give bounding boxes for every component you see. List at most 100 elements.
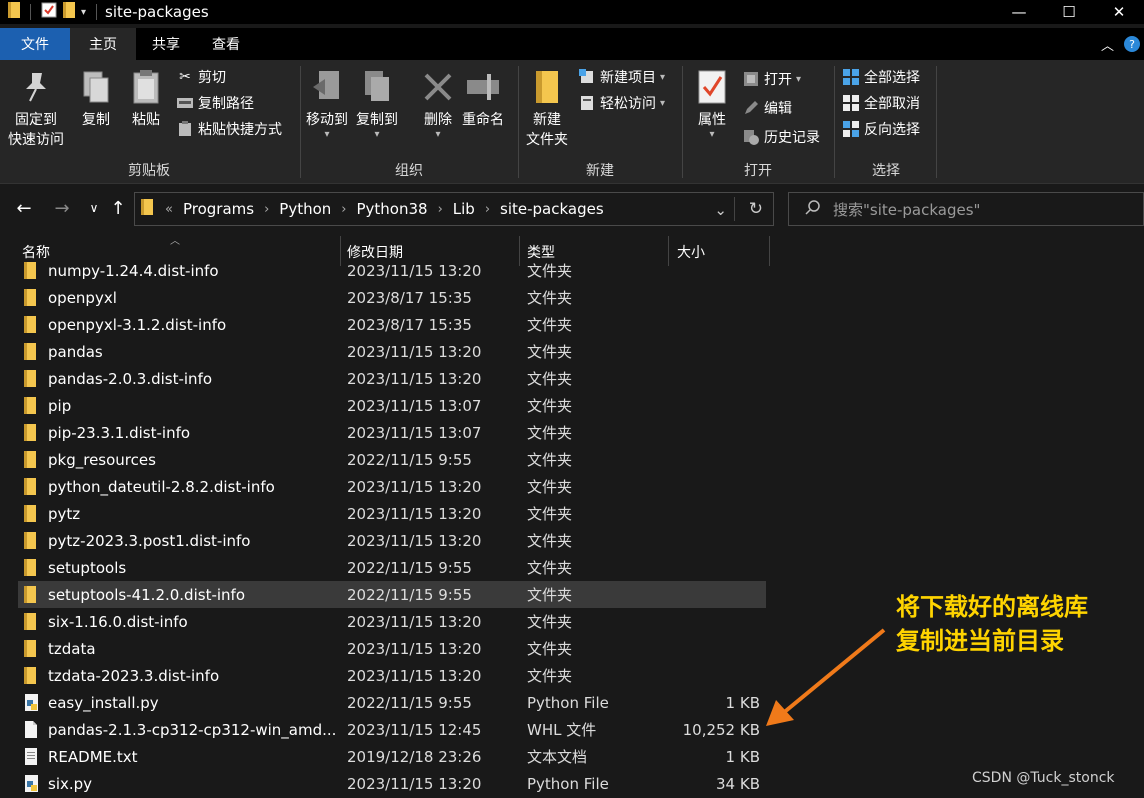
file-type: 文件夹 [527, 667, 573, 685]
new-item-button[interactable]: 新建项目 ▾ [578, 66, 665, 88]
new-group-label: 新建 [586, 163, 614, 179]
back-arrow-icon[interactable]: ← [12, 196, 36, 220]
file-date: 2023/11/15 13:20 [347, 639, 482, 658]
maximize-button[interactable]: ☐ [1044, 0, 1094, 24]
folder-icon [24, 640, 40, 657]
tab-home[interactable]: 主页 [70, 28, 136, 60]
file-row[interactable]: openpyxl-3.1.2.dist-info 2023/8/17 15:35 文… [18, 311, 766, 338]
chevron-right-icon[interactable]: › [337, 202, 350, 217]
refresh-icon[interactable]: ↻ [749, 199, 763, 219]
ribbon-tabs: 文件 主页 共享 查看 ︿ ? [0, 28, 1144, 60]
file-row[interactable]: tzdata 2023/11/15 13:20 文件夹 [18, 635, 766, 662]
breadcrumb-lib[interactable]: Lib [447, 200, 481, 218]
file-name: setuptools-41.2.0.dist-info [48, 585, 245, 604]
file-row[interactable]: python_dateutil-2.8.2.dist-info 2023/11/1… [18, 473, 766, 500]
forward-arrow-icon[interactable]: → [50, 196, 74, 220]
select-all-button[interactable]: 全部选择 [842, 66, 920, 88]
rename-button[interactable]: 重命名 [462, 66, 504, 130]
file-size: 1 KB [725, 747, 760, 766]
file-name: numpy-1.24.4.dist-info [48, 261, 219, 280]
file-row[interactable]: tzdata-2023.3.dist-info 2023/11/15 13:20 文… [18, 662, 766, 689]
file-row[interactable]: openpyxl 2023/8/17 15:35 文件夹 [18, 284, 766, 311]
properties-button[interactable]: 属性 ▾ [692, 66, 732, 140]
cut-button[interactable]: ✂ 剪切 [176, 66, 226, 88]
breadcrumb-site-packages[interactable]: site-packages [494, 200, 610, 218]
customize-qa-dropdown-icon[interactable]: ▾ [81, 7, 86, 18]
file-type: 文件夹 [527, 478, 573, 496]
select-all-label: 全部选择 [864, 70, 920, 86]
file-row[interactable]: README.txt 2019/12/18 23:26 文本文档 1 KB [18, 743, 766, 770]
file-row[interactable]: easy_install.py 2022/11/15 9:55 Python Fil… [18, 689, 766, 716]
tab-view[interactable]: 查看 [196, 28, 256, 60]
copy-to-label: 复制到 [356, 112, 398, 128]
file-type: WHL 文件 [527, 721, 597, 739]
tab-share[interactable]: 共享 [136, 28, 196, 60]
pin-quick-access-button[interactable]: 固定到 快速访问 [8, 66, 64, 150]
breadcrumb-python38[interactable]: Python38 [350, 200, 433, 218]
file-row[interactable]: pip-23.3.1.dist-info 2023/11/15 13:07 文件夹 [18, 419, 766, 446]
pin-label-2: 快速访问 [8, 132, 64, 148]
breadcrumb-python[interactable]: Python [273, 200, 337, 218]
folder-icon [24, 289, 40, 306]
organize-group-label: 组织 [395, 163, 423, 179]
new-item-label: 新建项目 [600, 70, 656, 86]
file-row-selected[interactable]: setuptools-41.2.0.dist-info 2022/11/15 9:… [18, 581, 766, 608]
delete-button[interactable]: 删除 ▾ [418, 66, 458, 140]
file-row[interactable]: pandas 2023/11/15 13:20 文件夹 [18, 338, 766, 365]
copy-path-button[interactable]: 复制路径 [176, 92, 254, 114]
rename-label: 重命名 [462, 112, 504, 128]
select-none-label: 全部取消 [864, 96, 920, 112]
address-dropdown-icon[interactable]: ⌄ [714, 201, 727, 219]
collapse-ribbon-icon[interactable]: ︿ [1101, 35, 1114, 54]
file-date: 2023/11/15 13:20 [347, 666, 482, 685]
file-row[interactable]: pandas-2.0.3.dist-info 2023/11/15 13:20 文件… [18, 365, 766, 392]
select-none-button[interactable]: 全部取消 [842, 92, 920, 114]
easy-access-button[interactable]: 轻松访问 ▾ [578, 92, 665, 114]
tab-file[interactable]: 文件 [0, 28, 70, 60]
chevron-right-icon[interactable]: › [260, 202, 273, 217]
search-box[interactable]: 搜索"site-packages" [788, 192, 1144, 226]
move-to-button[interactable]: 移动到 ▾ [306, 66, 348, 140]
copy-to-button[interactable]: 复制到 ▾ [356, 66, 398, 140]
edit-button[interactable]: 编辑 [742, 97, 792, 119]
folder-icon [24, 397, 40, 414]
file-row[interactable]: six-1.16.0.dist-info 2023/11/15 13:20 文件夹 [18, 608, 766, 635]
recent-locations-chevron-icon[interactable]: ∨ [82, 196, 106, 220]
new-folder-button[interactable]: 新建 文件夹 [526, 66, 568, 150]
up-arrow-icon[interactable]: ↑ [106, 196, 130, 220]
breadcrumb-programs[interactable]: Programs [177, 200, 260, 218]
invert-selection-button[interactable]: 反向选择 [842, 118, 920, 140]
copy-path-icon [176, 94, 194, 112]
paste-button[interactable]: 粘贴 [126, 66, 166, 130]
overflow-crumb-icon[interactable]: « [161, 202, 177, 217]
file-date: 2019/12/18 23:26 [347, 747, 482, 766]
file-row[interactable]: numpy-1.24.4.dist-info 2023/11/15 13:20 文件… [18, 258, 766, 284]
move-to-label: 移动到 [306, 112, 348, 128]
file-date: 2023/11/15 13:07 [347, 423, 482, 442]
file-row[interactable]: setuptools 2022/11/15 9:55 文件夹 [18, 554, 766, 581]
close-button[interactable]: ✕ [1094, 0, 1144, 24]
open-button[interactable]: 打开 ▾ [742, 68, 801, 90]
file-row[interactable]: pip 2023/11/15 13:07 文件夹 [18, 392, 766, 419]
chevron-right-icon[interactable]: › [434, 202, 447, 217]
history-button[interactable]: 历史记录 [742, 126, 820, 148]
chevron-right-icon[interactable]: › [481, 202, 494, 217]
copy-button[interactable]: 复制 [76, 66, 116, 130]
file-row[interactable]: pandas-2.1.3-cp312-cp312-win_amd... 2023/… [18, 716, 766, 743]
file-row[interactable]: six.py 2023/11/15 13:20 Python File 34 KB [18, 770, 766, 797]
file-row[interactable]: pytz-2023.3.post1.dist-info 2023/11/15 13… [18, 527, 766, 554]
help-icon[interactable]: ? [1124, 36, 1140, 52]
minimize-button[interactable]: — [994, 0, 1044, 24]
file-type: 文件夹 [527, 505, 573, 523]
file-date: 2023/11/15 13:20 [347, 612, 482, 631]
properties-qa-icon[interactable] [41, 2, 57, 22]
file-type: 文件夹 [527, 613, 573, 631]
group-divider [300, 66, 301, 178]
new-folder-qa-icon[interactable] [63, 2, 75, 22]
paste-shortcut-button[interactable]: 粘贴快捷方式 [176, 118, 282, 140]
file-size: 34 KB [716, 774, 760, 793]
file-row[interactable]: pytz 2023/11/15 13:20 文件夹 [18, 500, 766, 527]
file-date: 2023/8/17 15:35 [347, 288, 472, 307]
address-bar[interactable]: « Programs › Python › Python38 › Lib › s… [134, 192, 774, 226]
file-row[interactable]: pkg_resources 2022/11/15 9:55 文件夹 [18, 446, 766, 473]
